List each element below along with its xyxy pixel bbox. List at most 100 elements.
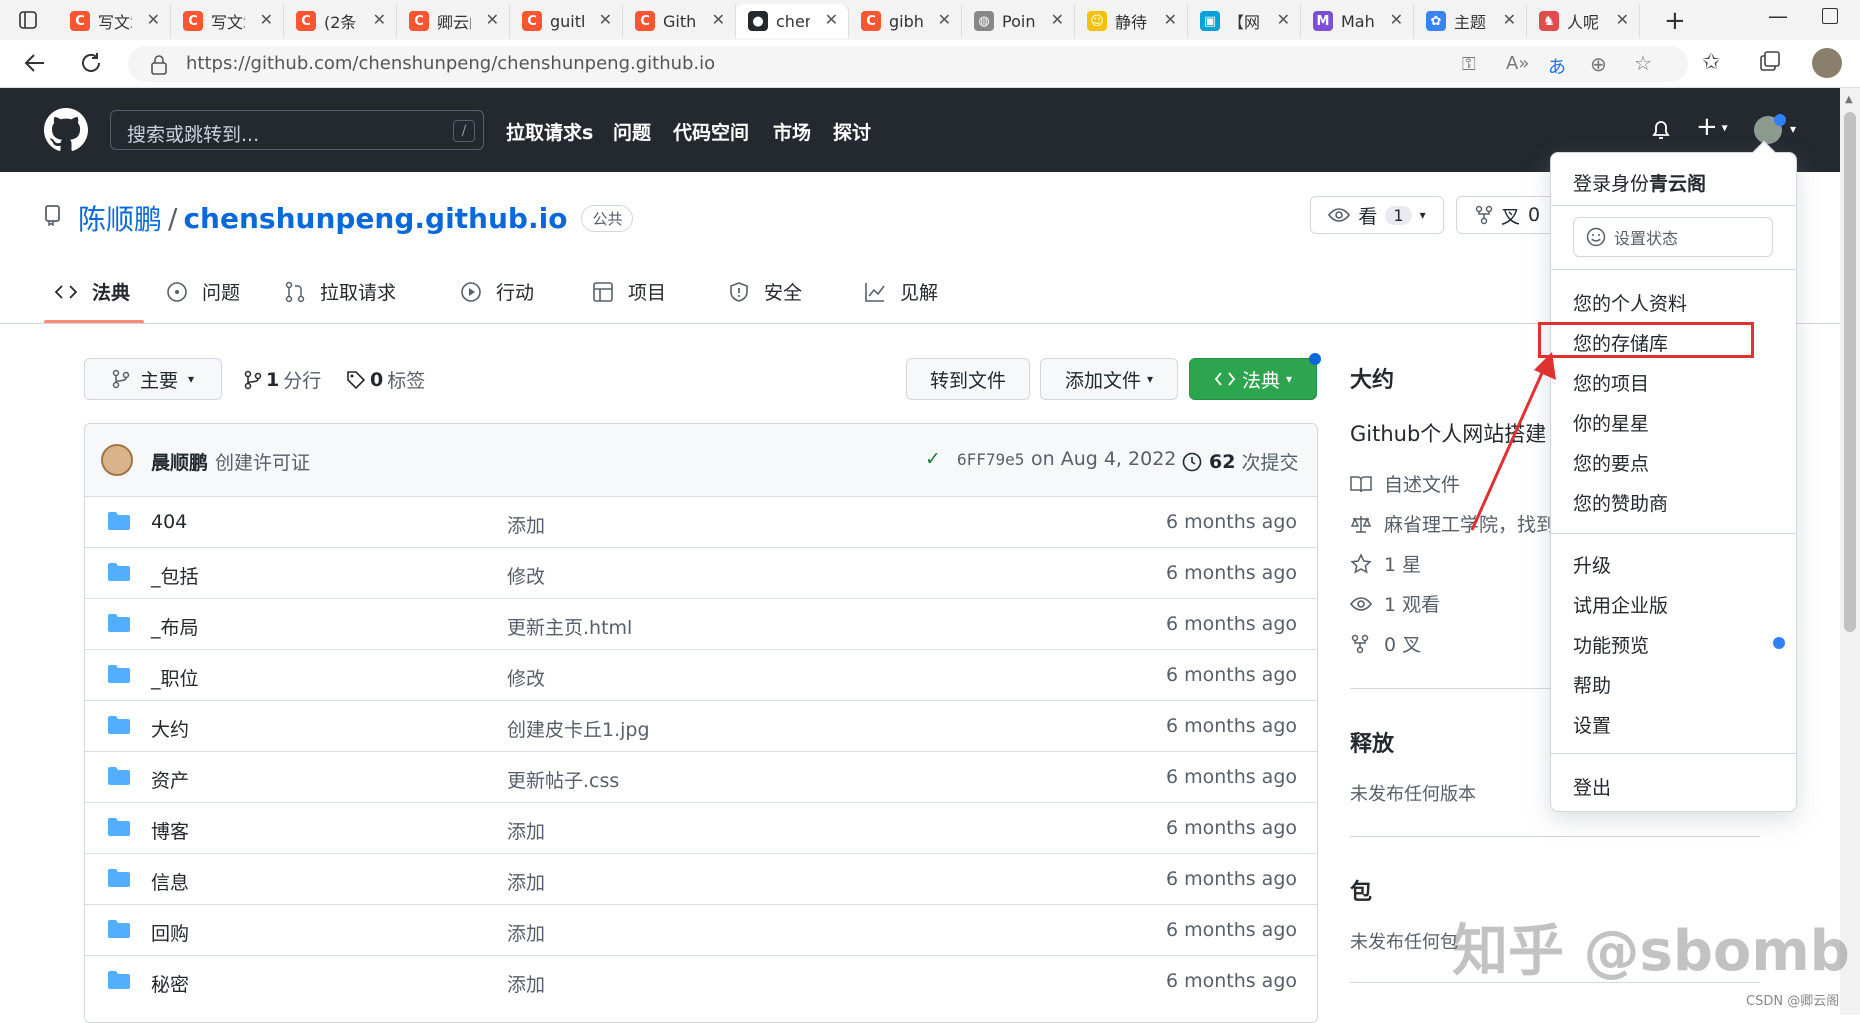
file-commit-message[interactable]: 更新主页.html [507, 613, 632, 640]
restore-button[interactable] [1822, 8, 1838, 24]
close-icon[interactable]: ✕ [1051, 10, 1064, 29]
code-button[interactable]: 法典 ▾ [1189, 358, 1317, 400]
collections-icon[interactable] [1758, 50, 1782, 74]
fork-button[interactable]: 叉 0 [1456, 196, 1556, 234]
nav-codespaces[interactable]: 代码空间 [673, 118, 749, 145]
file-name[interactable]: 秘密 [151, 970, 189, 997]
repo-owner-link[interactable]: 陈顺鹏 [78, 198, 162, 238]
chevron-down-icon[interactable]: ▾ [1790, 122, 1796, 136]
read-aloud-icon[interactable]: A» [1506, 53, 1529, 74]
file-commit-message[interactable]: 更新帖子.css [507, 766, 619, 793]
close-icon[interactable]: ✕ [1503, 10, 1516, 29]
zoom-icon[interactable]: ⊕ [1590, 52, 1607, 76]
browser-tab[interactable]: C Github ✕ [623, 4, 736, 38]
file-name[interactable]: _职位 [151, 664, 199, 691]
commit-message[interactable]: 创建许可证 [215, 448, 310, 475]
minimize-button[interactable]: — [1768, 4, 1788, 28]
tab-pull-requests[interactable]: 拉取请求 [284, 278, 396, 305]
go-to-file-button[interactable]: 转到文件 [906, 358, 1030, 400]
translate-icon[interactable]: あ [1548, 53, 1566, 79]
file-name[interactable]: 404 [151, 511, 187, 533]
browser-profile-avatar[interactable] [1812, 48, 1842, 78]
browser-tab[interactable]: ☺ 静待 ✕ [1075, 4, 1188, 38]
file-commit-message[interactable]: 添加 [507, 511, 545, 538]
table-row[interactable]: 资产 更新帖子.css 6 months ago [85, 751, 1317, 801]
menu-sign-out[interactable]: 登出 [1573, 773, 1611, 800]
tags-link[interactable]: 0 标签 [346, 366, 425, 393]
close-icon[interactable]: ✕ [1616, 10, 1629, 29]
back-icon[interactable] [22, 50, 48, 76]
file-name[interactable]: 大约 [151, 715, 189, 742]
close-icon[interactable]: ✕ [486, 10, 499, 29]
tab-projects[interactable]: 项目 [592, 278, 666, 305]
table-row[interactable]: 大约 创建皮卡丘1.jpg 6 months ago [85, 700, 1317, 750]
watch-button[interactable]: 看 1 ▾ [1310, 196, 1444, 234]
file-commit-message[interactable]: 修改 [507, 562, 545, 589]
file-name[interactable]: 资产 [151, 766, 189, 793]
browser-tab[interactable]: ♞ 人呢 ✕ [1527, 4, 1640, 38]
table-row[interactable]: _包括 修改 6 months ago [85, 547, 1317, 597]
commit-history-link[interactable]: 62 次提交 [1181, 448, 1298, 475]
address-bar[interactable]: https://github.com/chenshunpeng/chenshun… [128, 46, 1688, 82]
add-file-button[interactable]: 添加文件 ▾ [1040, 358, 1178, 400]
refresh-icon[interactable] [78, 50, 104, 76]
new-tab-button[interactable]: + [1664, 6, 1686, 36]
close-icon[interactable]: ✕ [825, 10, 838, 29]
create-new-button[interactable]: + ▾ [1696, 112, 1728, 142]
browser-tab[interactable]: ▣ 【网 ✕ [1188, 4, 1301, 38]
packages-heading[interactable]: 包 [1350, 874, 1372, 906]
close-icon[interactable]: ✕ [712, 10, 725, 29]
nav-marketplace[interactable]: 市场 [773, 118, 811, 145]
file-commit-message[interactable]: 添加 [507, 919, 545, 946]
repo-name-link[interactable]: chenshunpeng.github.io [183, 202, 567, 235]
tab-code[interactable]: 法典 [54, 278, 130, 305]
browser-tab[interactable]: C (2条) ✕ [284, 4, 397, 38]
lock-icon[interactable] [150, 55, 168, 75]
browser-tab[interactable]: Cguithub ✕ [510, 4, 623, 38]
github-logo-icon[interactable] [44, 108, 88, 152]
set-status-button[interactable]: 设置状态 [1573, 217, 1773, 257]
commit-author[interactable]: 晨顺鹏 [151, 448, 208, 475]
tab-actions-icon[interactable] [18, 10, 38, 30]
file-commit-message[interactable]: 添加 [507, 970, 545, 997]
table-row[interactable]: _布局 更新主页.html 6 months ago [85, 598, 1317, 648]
close-icon[interactable]: ✕ [147, 10, 160, 29]
url-text[interactable]: https://github.com/chenshunpeng/chenshun… [186, 53, 715, 74]
menu-try-enterprise[interactable]: 试用企业版 [1573, 591, 1668, 618]
browser-tab[interactable]: C 写文章 ✕ [171, 4, 284, 38]
scrollbar-thumb[interactable] [1844, 112, 1856, 632]
tab-actions[interactable]: 行动 [460, 278, 534, 305]
table-row[interactable]: 秘密 添加 6 months ago [85, 955, 1317, 1005]
branch-selector[interactable]: 主要 ▾ [84, 358, 222, 400]
table-row[interactable]: 404 添加 6 months ago [85, 496, 1317, 546]
author-avatar[interactable] [101, 444, 133, 476]
tab-security[interactable]: 安全 [728, 278, 802, 305]
nav-explore[interactable]: 探讨 [833, 118, 871, 145]
stars-link[interactable]: 1 星 [1350, 550, 1421, 577]
close-icon[interactable]: ✕ [938, 10, 951, 29]
browser-tab[interactable]: C 卿云阁 ✕ [397, 4, 510, 38]
browser-tab[interactable]: ◍ Point ✕ [962, 4, 1075, 38]
file-commit-message[interactable]: 创建皮卡丘1.jpg [507, 715, 650, 742]
file-name[interactable]: 信息 [151, 868, 189, 895]
table-row[interactable]: _职位 修改 6 months ago [85, 649, 1317, 699]
browser-tab[interactable]: Cgibhu ✕ [849, 4, 962, 38]
table-row[interactable]: 回购 添加 6 months ago [85, 904, 1317, 954]
branches-link[interactable]: 1 分行 [244, 366, 321, 393]
browser-tab[interactable]: C 写文章 ✕ [58, 4, 171, 38]
menu-upgrade[interactable]: 升级 [1573, 551, 1611, 578]
readme-link[interactable]: 自述文件 [1350, 470, 1460, 497]
close-icon[interactable]: ✕ [373, 10, 386, 29]
forks-link[interactable]: 0 叉 [1350, 630, 1421, 657]
menu-your-sponsors[interactable]: 您的赞助商 [1573, 489, 1668, 516]
file-commit-message[interactable]: 修改 [507, 664, 545, 691]
releases-heading[interactable]: 释放 [1350, 726, 1394, 758]
menu-help[interactable]: 帮助 [1573, 671, 1611, 698]
browser-tab[interactable]: ● chens ✕ [736, 4, 849, 38]
menu-your-stars[interactable]: 你的星星 [1573, 409, 1649, 436]
menu-your-gists[interactable]: 您的要点 [1573, 449, 1649, 476]
file-name[interactable]: _布局 [151, 613, 199, 640]
page-scrollbar[interactable]: ▲ [1840, 88, 1860, 1015]
close-icon[interactable]: ✕ [260, 10, 273, 29]
favorite-add-icon[interactable]: ☆ [1634, 51, 1652, 75]
